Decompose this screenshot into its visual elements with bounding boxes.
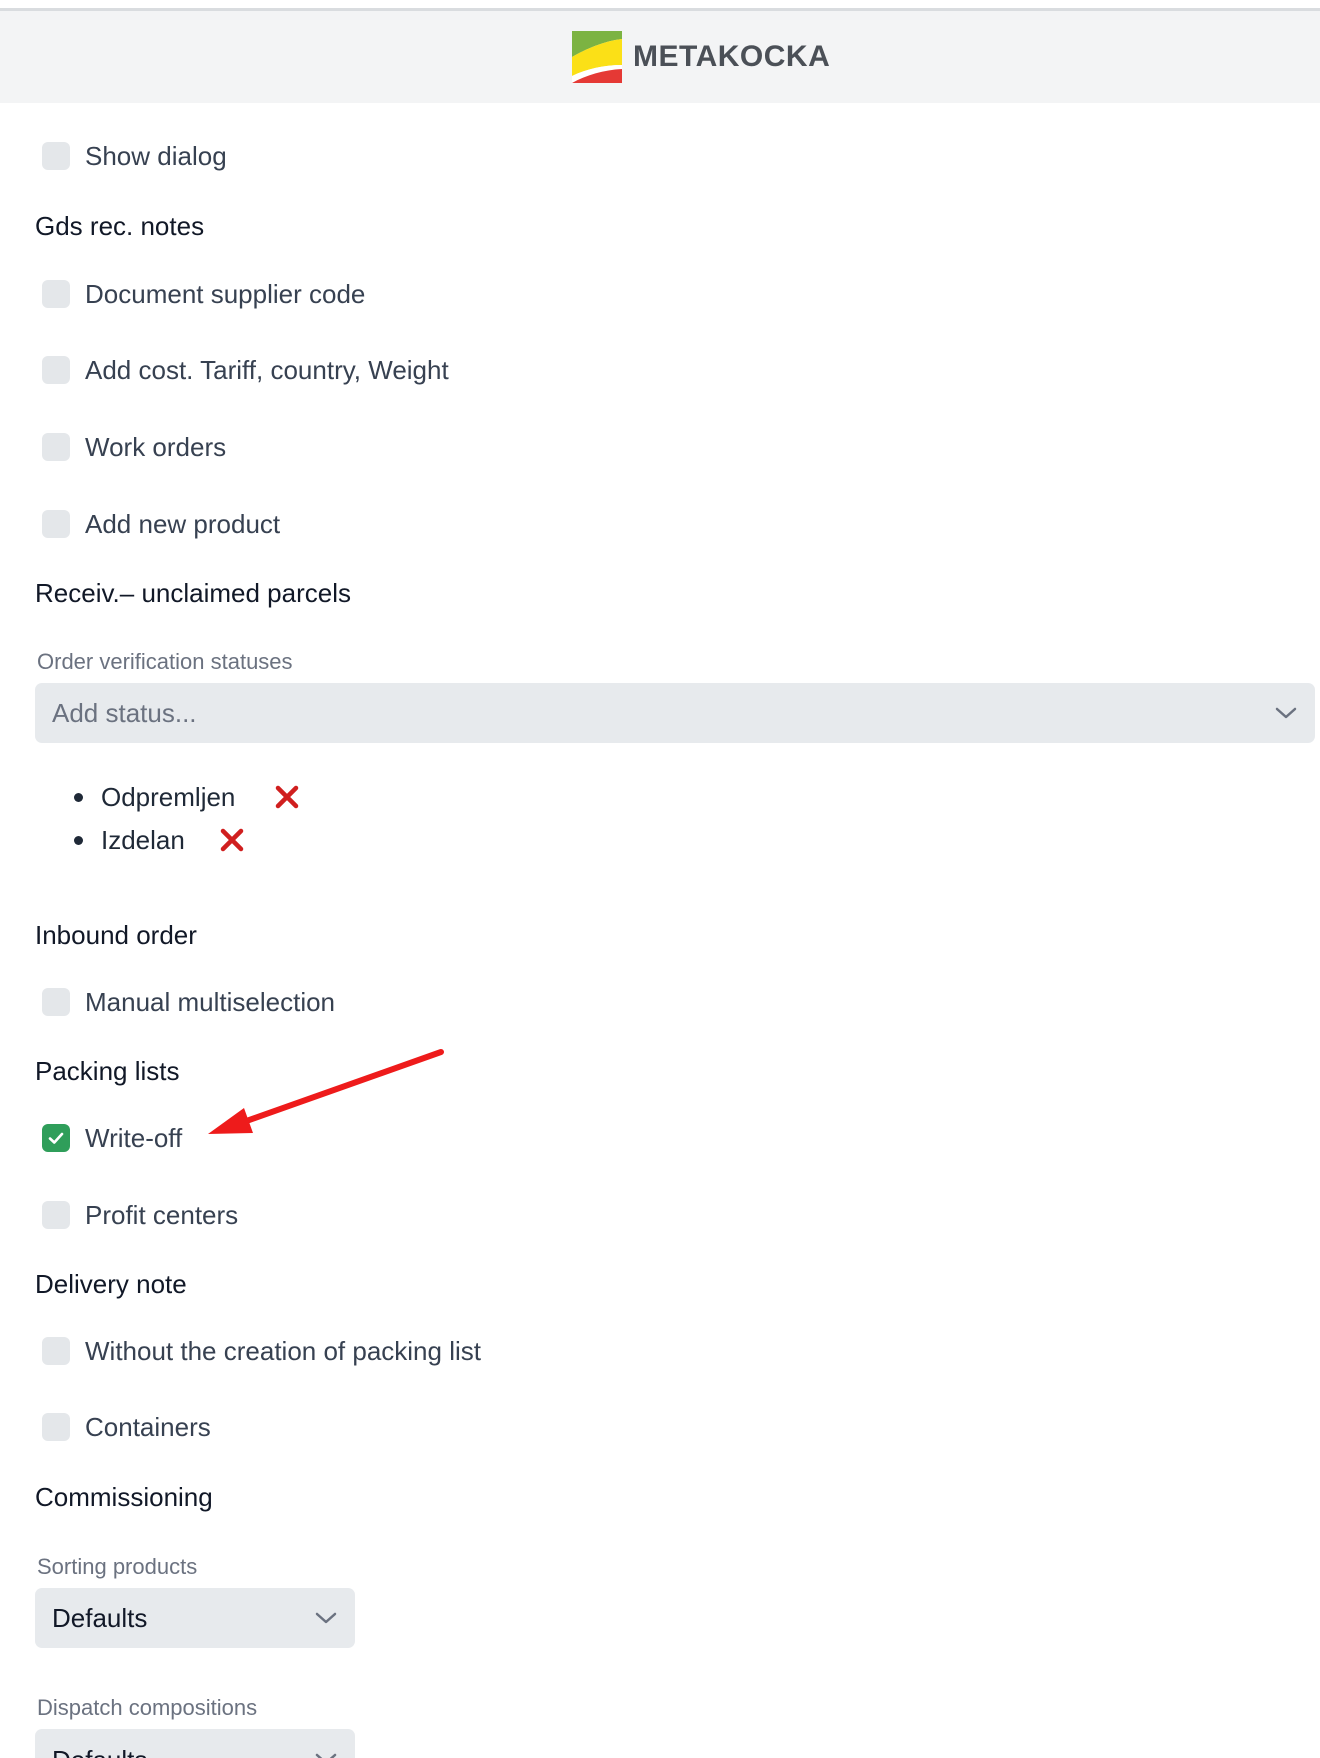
checkbox[interactable] xyxy=(42,356,70,384)
section-receiv-unclaimed: Receiv.– unclaimed parcels xyxy=(35,578,351,608)
dispatch-compositions-select[interactable]: Defaults xyxy=(35,1729,355,1758)
checkbox[interactable] xyxy=(42,433,70,461)
dispatch-compositions-label: Dispatch compositions xyxy=(37,1695,258,1720)
dispatch-compositions-value: Defaults xyxy=(52,1745,147,1758)
option-show-dialog[interactable]: Show dialog xyxy=(42,140,227,172)
sorting-products-select[interactable]: Defaults xyxy=(35,1588,355,1648)
checkbox-label: Show dialog xyxy=(85,140,227,171)
checkbox-label: Write-off xyxy=(85,1122,183,1153)
brand-name: METAKOCKA xyxy=(633,40,831,73)
checkbox-label: Document supplier code xyxy=(85,278,366,309)
status-item: Izdelan xyxy=(74,819,244,862)
bullet xyxy=(74,836,83,845)
option-write-off[interactable]: Write-off xyxy=(42,1122,182,1154)
checkbox-label: Profit centers xyxy=(85,1199,239,1230)
status-list: Odpremljen Izdelan xyxy=(74,776,299,862)
sorting-products-value: Defaults xyxy=(52,1602,148,1633)
status-name: Odpremljen xyxy=(101,782,236,812)
section-commissioning: Commissioning xyxy=(35,1482,213,1512)
option-without-packing-list[interactable]: Without the creation of packing list xyxy=(42,1335,481,1367)
chevron-down-icon xyxy=(315,1612,337,1624)
checkbox[interactable] xyxy=(42,142,70,170)
checkbox-label: Containers xyxy=(85,1411,211,1442)
option-manual-multiselection[interactable]: Manual multiselection xyxy=(42,986,335,1018)
option-add-cost-tariff[interactable]: Add cost. Tariff, country, Weight xyxy=(42,354,449,386)
checkbox-label: Add cost. Tariff, country, Weight xyxy=(85,354,449,385)
chevron-down-icon xyxy=(1275,707,1297,719)
option-profit-centers[interactable]: Profit centers xyxy=(42,1199,238,1231)
checkbox-label: Work orders xyxy=(85,431,227,462)
close-icon[interactable] xyxy=(274,784,300,810)
checkbox-label: Manual multiselection xyxy=(85,986,336,1017)
app-header: METAKOCKA xyxy=(0,11,1320,103)
check-icon xyxy=(48,1132,64,1144)
add-status-select[interactable]: Add status... xyxy=(35,683,1315,743)
brand-logo xyxy=(572,31,622,83)
status-name: Izdelan xyxy=(101,825,185,855)
section-inbound-order: Inbound order xyxy=(35,920,197,950)
brand[interactable]: METAKOCKA xyxy=(572,31,830,83)
close-icon[interactable] xyxy=(219,827,245,853)
sorting-products-label: Sorting products xyxy=(37,1554,198,1579)
section-delivery-note: Delivery note xyxy=(35,1269,187,1299)
checkbox-checked[interactable] xyxy=(42,1124,70,1152)
checkbox[interactable] xyxy=(42,988,70,1016)
option-work-orders[interactable]: Work orders xyxy=(42,431,226,463)
checkbox[interactable] xyxy=(42,280,70,308)
checkbox[interactable] xyxy=(42,1201,70,1229)
option-containers[interactable]: Containers xyxy=(42,1411,211,1443)
section-gds-rec-notes: Gds rec. notes xyxy=(35,211,205,241)
checkbox[interactable] xyxy=(42,510,70,538)
checkbox-label: Add new product xyxy=(85,508,281,539)
order-verification-label: Order verification statuses xyxy=(37,649,293,674)
checkbox[interactable] xyxy=(42,1413,70,1441)
bullet xyxy=(74,793,83,802)
status-item: Odpremljen xyxy=(74,776,299,819)
add-status-placeholder: Add status... xyxy=(52,697,197,728)
chevron-down-icon xyxy=(315,1753,337,1758)
checkbox[interactable] xyxy=(42,1337,70,1365)
section-packing-lists: Packing lists xyxy=(35,1056,180,1086)
option-add-new-product[interactable]: Add new product xyxy=(42,508,280,540)
checkbox-label: Without the creation of packing list xyxy=(85,1335,481,1366)
option-document-supplier-code[interactable]: Document supplier code xyxy=(42,278,365,310)
